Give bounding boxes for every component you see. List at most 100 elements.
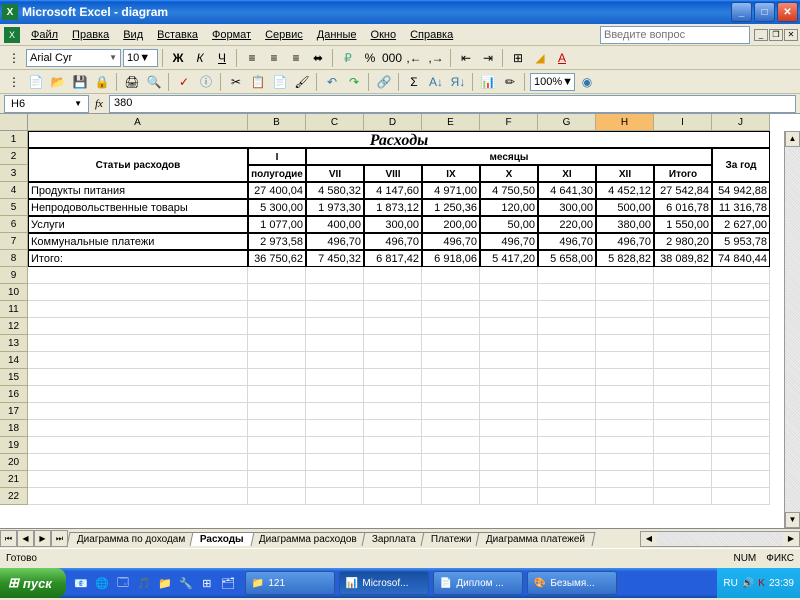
cell[interactable] <box>654 386 712 403</box>
cell[interactable] <box>538 335 596 352</box>
menu-help[interactable]: Справка <box>403 27 460 43</box>
cell[interactable]: 6 817,42 <box>364 250 422 267</box>
cell[interactable] <box>364 386 422 403</box>
cell[interactable] <box>596 403 654 420</box>
formula-input[interactable]: 380 <box>109 95 796 113</box>
cell[interactable] <box>422 352 480 369</box>
cell[interactable] <box>712 420 770 437</box>
row-header[interactable]: 12 <box>0 318 28 335</box>
row-header[interactable]: 7 <box>0 233 28 250</box>
cell[interactable]: 1 873,12 <box>364 199 422 216</box>
taskbar-word[interactable]: 📄Диплом ... <box>433 571 523 595</box>
fx-icon[interactable]: fx <box>95 98 103 110</box>
cell[interactable] <box>712 471 770 488</box>
cell[interactable]: Статьи расходов <box>28 148 248 182</box>
cut-button[interactable]: ✂ <box>226 72 246 92</box>
borders-button[interactable]: ⊞ <box>508 48 528 68</box>
cell[interactable]: 5 417,20 <box>480 250 538 267</box>
cell[interactable] <box>306 369 364 386</box>
cell[interactable]: 220,00 <box>538 216 596 233</box>
cell[interactable] <box>422 335 480 352</box>
cell[interactable] <box>712 386 770 403</box>
cell[interactable] <box>538 267 596 284</box>
row-header[interactable]: 18 <box>0 420 28 437</box>
cell[interactable]: 1 550,00 <box>654 216 712 233</box>
cell[interactable] <box>248 284 306 301</box>
cell[interactable]: VII <box>306 165 364 182</box>
cell[interactable] <box>596 352 654 369</box>
cell[interactable] <box>306 403 364 420</box>
cell[interactable]: 496,70 <box>306 233 364 250</box>
column-header[interactable]: J <box>712 114 770 131</box>
row-header[interactable]: 6 <box>0 216 28 233</box>
font-color-button[interactable]: А <box>552 48 572 68</box>
percent-button[interactable]: % <box>360 48 380 68</box>
row-header[interactable]: 19 <box>0 437 28 454</box>
cell[interactable]: 6 016,78 <box>654 199 712 216</box>
cell[interactable]: 500,00 <box>596 199 654 216</box>
cell[interactable]: 120,00 <box>480 199 538 216</box>
cell[interactable] <box>28 369 248 386</box>
cell[interactable] <box>306 454 364 471</box>
cell[interactable] <box>596 454 654 471</box>
sort-asc-button[interactable]: A↓ <box>426 72 446 92</box>
format-painter-button[interactable]: 🖌 <box>292 72 312 92</box>
cell[interactable] <box>654 420 712 437</box>
font-size-selector[interactable]: 10▼ <box>123 49 158 67</box>
cell[interactable] <box>422 284 480 301</box>
cell[interactable] <box>654 471 712 488</box>
cell[interactable] <box>364 301 422 318</box>
row-header[interactable]: 17 <box>0 403 28 420</box>
scroll-up-button[interactable]: ▲ <box>785 131 800 147</box>
currency-button[interactable]: ₽ <box>338 48 358 68</box>
maximize-button[interactable]: □ <box>754 2 775 22</box>
cell[interactable]: 5 953,78 <box>712 233 770 250</box>
scroll-right-button[interactable]: ▶ <box>783 534 799 543</box>
cell[interactable] <box>28 386 248 403</box>
cell[interactable] <box>654 335 712 352</box>
cell[interactable]: Расходы <box>28 131 770 148</box>
ql-icon[interactable]: 🎵 <box>135 574 153 592</box>
menu-insert[interactable]: Вставка <box>150 27 205 43</box>
cell[interactable]: 496,70 <box>538 233 596 250</box>
clock[interactable]: 23:39 <box>769 578 794 589</box>
cell[interactable]: 27 400,04 <box>248 182 306 199</box>
hyperlink-button[interactable]: 🔗 <box>374 72 394 92</box>
menu-view[interactable]: Вид <box>116 27 150 43</box>
cell[interactable]: 74 840,44 <box>712 250 770 267</box>
cell[interactable] <box>28 301 248 318</box>
cell[interactable] <box>538 454 596 471</box>
ql-icon[interactable]: 🌐 <box>93 574 111 592</box>
sort-desc-button[interactable]: Я↓ <box>448 72 468 92</box>
cell[interactable] <box>422 403 480 420</box>
cell[interactable] <box>422 488 480 505</box>
fill-color-button[interactable]: ◢ <box>530 48 550 68</box>
cell[interactable]: 2 627,00 <box>712 216 770 233</box>
increase-decimal-button[interactable]: ,← <box>404 48 424 68</box>
cell[interactable] <box>306 318 364 335</box>
cell[interactable] <box>364 437 422 454</box>
cell[interactable] <box>712 301 770 318</box>
cell[interactable] <box>364 403 422 420</box>
cell[interactable]: Коммунальные платежи <box>28 233 248 250</box>
cell[interactable] <box>364 454 422 471</box>
cell[interactable] <box>712 454 770 471</box>
print-preview-button[interactable]: 🔍 <box>144 72 164 92</box>
cell[interactable]: 1 973,30 <box>306 199 364 216</box>
ql-icon[interactable]: 🗂 <box>219 574 237 592</box>
row-header[interactable]: 3 <box>0 165 28 182</box>
menu-data[interactable]: Данные <box>310 27 364 43</box>
worksheet[interactable]: ABCDEFGHIJ1Расходы2Статьи расходовIмесяц… <box>0 114 800 528</box>
cell[interactable] <box>538 420 596 437</box>
cell[interactable]: 50,00 <box>480 216 538 233</box>
sheet-tab[interactable]: Зарплата <box>361 532 426 546</box>
cell[interactable]: 300,00 <box>364 216 422 233</box>
cell[interactable]: полугодие <box>248 165 306 182</box>
name-box[interactable]: H6▼ <box>4 95 89 113</box>
cell[interactable]: 6 918,06 <box>422 250 480 267</box>
row-header[interactable]: 21 <box>0 471 28 488</box>
cell[interactable] <box>654 488 712 505</box>
cell[interactable] <box>596 386 654 403</box>
open-button[interactable]: 📂 <box>48 72 68 92</box>
cell[interactable] <box>480 369 538 386</box>
